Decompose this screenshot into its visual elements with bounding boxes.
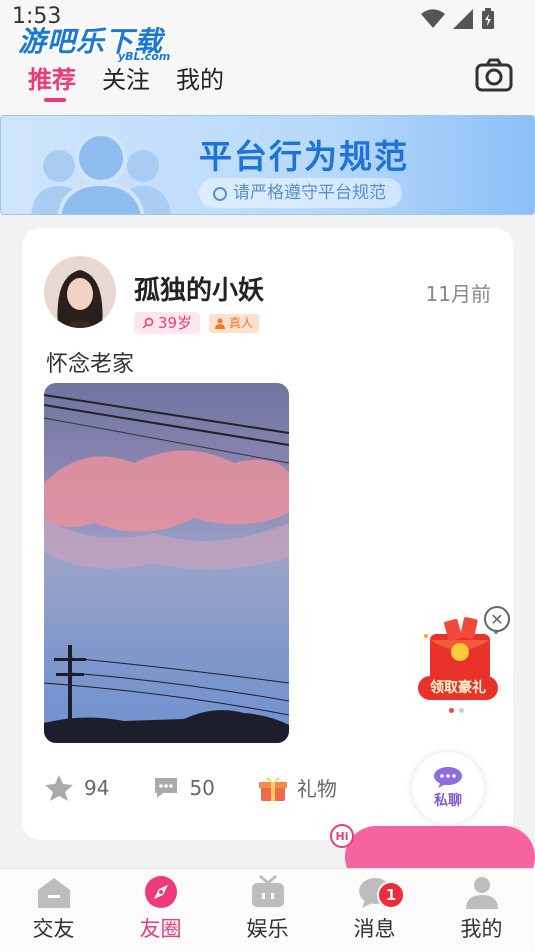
nav-label-entertainment: 娱乐 (246, 917, 289, 941)
rules-banner[interactable]: 平台行为规范 请严格遵守平台规范 (0, 115, 535, 215)
avatar[interactable] (44, 256, 116, 328)
nav-item-mine[interactable]: 我的 (428, 869, 535, 951)
comment-count: 50 (189, 775, 215, 800)
tab-recommend[interactable]: 推荐 (28, 60, 76, 102)
avatar-image (44, 256, 116, 328)
post-card[interactable]: 孤独的小妖 11月前 39岁 真人 怀念老家 94 50 礼物 私聊 (22, 228, 513, 840)
gift-label: 礼物 (296, 777, 337, 801)
verified-person-icon (215, 318, 225, 329)
gift-float[interactable]: ✕ 领取豪礼 (412, 606, 512, 716)
age-text: 39岁 (158, 314, 193, 332)
wifi-icon (421, 9, 445, 28)
female-icon (142, 317, 154, 329)
like-count: 94 (84, 775, 110, 800)
gift-float-label: 领取豪礼 (418, 676, 498, 700)
nav-item-entertainment[interactable]: 娱乐 (214, 869, 321, 951)
comment-button[interactable]: 50 (153, 775, 215, 800)
nav-label-mine: 我的 (460, 917, 503, 941)
nav-label-friends: 交友 (32, 917, 75, 941)
house-icon (37, 878, 70, 908)
verified-badge: 真人 (209, 314, 260, 333)
nav-item-friends[interactable]: 交友 (0, 869, 107, 951)
nav-item-messages[interactable]: 1 消息 (321, 869, 428, 951)
post-time: 11月前 (425, 282, 491, 306)
message-badge: 1 (377, 881, 405, 909)
age-badge: 39岁 (134, 312, 201, 334)
top-tabs: 推荐 关注 我的 (28, 60, 224, 102)
hi-badge: Hi (330, 824, 354, 848)
like-button[interactable]: 94 (44, 774, 109, 802)
comment-icon (155, 777, 178, 798)
sky-photo (44, 383, 289, 743)
person-icon (465, 877, 498, 909)
nav-label-moments: 友圈 (139, 917, 182, 941)
bottom-nav: 交友 友圈 娱乐 1 消息 我的 (0, 868, 535, 951)
post-text: 怀念老家 (46, 352, 135, 377)
nav-item-moments[interactable]: 友圈 (107, 869, 214, 951)
banner-title: 平台行为规范 (199, 137, 409, 176)
post-actions: 94 50 礼物 (44, 773, 381, 802)
people-icon (31, 132, 171, 214)
username[interactable]: 孤独的小妖 (134, 270, 264, 307)
status-icons (421, 8, 495, 30)
verified-text: 真人 (229, 316, 254, 330)
gift-icon (258, 776, 287, 801)
gift-button[interactable]: 礼物 (258, 773, 337, 802)
banner-subtitle: 请严格遵守平台规范 (199, 178, 402, 208)
compass-icon (144, 876, 177, 908)
nav-label-messages: 消息 (353, 917, 396, 941)
private-chat-label: 私聊 (434, 793, 462, 809)
signal-icon (453, 9, 473, 29)
private-chat-button[interactable]: 私聊 (412, 752, 484, 824)
battery-icon (482, 8, 494, 29)
gift-pager-dots (449, 708, 464, 713)
tab-mine[interactable]: 我的 (176, 60, 224, 95)
post-image[interactable] (44, 383, 289, 743)
chat-bubble-icon (434, 767, 462, 788)
tv-icon (251, 875, 284, 907)
close-icon[interactable]: ✕ (484, 606, 510, 632)
camera-icon[interactable] (475, 58, 513, 92)
tab-follow[interactable]: 关注 (102, 60, 150, 95)
header: 1:53 游吧乐下载 yBL.com 推荐 关注 我的 (0, 0, 535, 115)
star-icon (45, 774, 73, 801)
